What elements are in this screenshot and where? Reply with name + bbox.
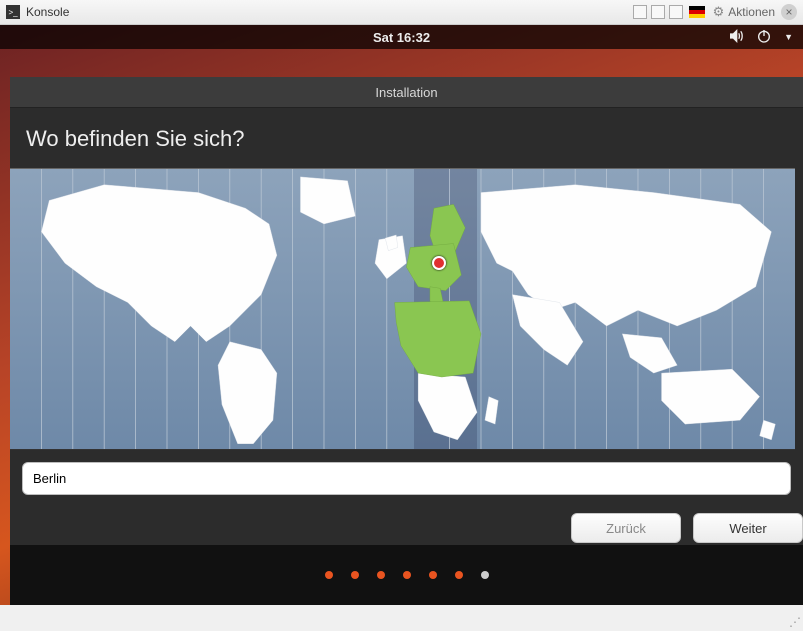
installer-titlebar: Installation <box>10 77 803 108</box>
progress-dot <box>377 571 385 579</box>
progress-dot <box>429 571 437 579</box>
progress-dot <box>403 571 411 579</box>
restore-button[interactable] <box>669 5 683 19</box>
maximize-button[interactable] <box>651 5 665 19</box>
progress-dots <box>10 545 803 605</box>
terminal-icon <box>6 5 20 19</box>
progress-dot <box>325 571 333 579</box>
keyboard-layout-flag-icon[interactable] <box>689 6 705 18</box>
installer-window: Installation Wo befinden Sie sich? <box>10 77 803 605</box>
resize-grip-icon[interactable]: ⋰ <box>789 615 801 629</box>
progress-dot <box>351 571 359 579</box>
clock[interactable]: Sat 16:32 <box>373 30 430 45</box>
system-topbar: Sat 16:32 ▼ <box>0 25 803 49</box>
window-title: Konsole <box>26 5 69 19</box>
progress-dot <box>455 571 463 579</box>
chevron-down-icon[interactable]: ▼ <box>784 32 793 42</box>
next-button[interactable]: Weiter <box>693 513 803 543</box>
page-title: Wo befinden Sie sich? <box>10 108 803 168</box>
gear-icon[interactable]: ⚙ <box>713 4 725 20</box>
volume-icon[interactable] <box>728 28 744 47</box>
window-titlebar: Konsole ⚙ Aktionen × <box>0 0 803 25</box>
back-button[interactable]: Zurück <box>571 513 681 543</box>
desktop-background: Sat 16:32 ▼ Installation Wo befinden Sie… <box>0 25 803 605</box>
power-icon[interactable] <box>756 28 772 47</box>
timezone-input[interactable] <box>22 462 791 495</box>
actions-menu[interactable]: Aktionen <box>728 5 775 19</box>
close-button[interactable]: × <box>781 4 797 20</box>
minimize-button[interactable] <box>633 5 647 19</box>
world-map-svg <box>10 169 795 450</box>
progress-dot <box>481 571 489 579</box>
timezone-map[interactable] <box>10 168 795 450</box>
